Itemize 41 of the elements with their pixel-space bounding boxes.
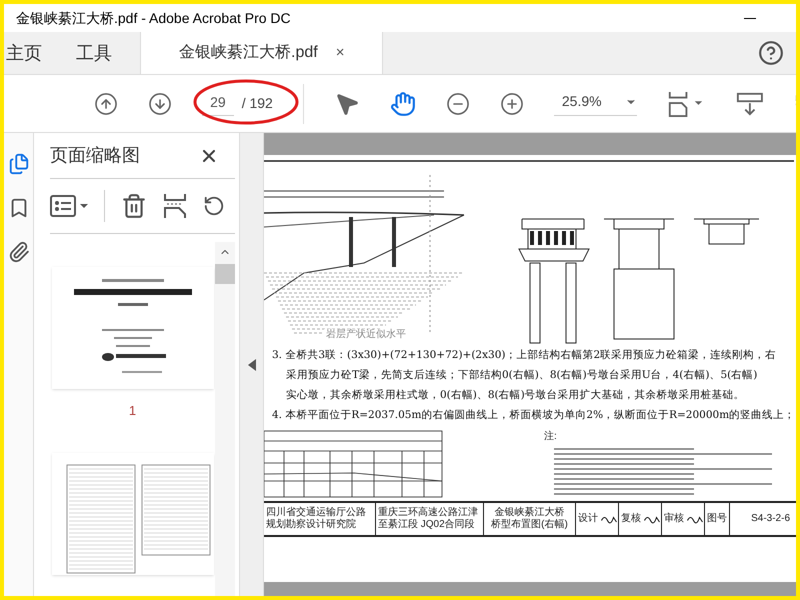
notes-label: 注: — [544, 430, 558, 444]
page-number-label: 1 — [128, 402, 136, 420]
rotate-icon[interactable] — [203, 195, 225, 217]
help-icon[interactable] — [758, 40, 784, 66]
panel-title: 页面缩略图 — [50, 144, 140, 167]
nav-tab[interactable]: 工具 — [76, 40, 112, 66]
pages-rail-button[interactable] — [8, 153, 30, 175]
collapse-triangle-icon[interactable] — [248, 358, 256, 370]
document-tab[interactable]: 金银峡綦江大桥.pdf × — [140, 32, 384, 74]
document-tab-label[interactable]: 金银峡綦江大桥.pdf — [179, 41, 318, 65]
scrollbar[interactable] — [215, 242, 235, 596]
options-menu-icon[interactable] — [50, 195, 88, 217]
zoom-dropdown[interactable]: 25.9% — [554, 91, 638, 116]
title-block-label: 设计 — [577, 513, 599, 525]
title-block-label: 复核 — [620, 513, 642, 525]
attachments-rail-button[interactable] — [8, 241, 30, 263]
close-tab-button[interactable]: × — [336, 42, 344, 64]
trash-icon[interactable] — [121, 193, 147, 219]
page-text-line: 采用预应力砼T梁，先简支后连续；下部结构0(右幅)、8(右幅)号墩台采用U台，4(右幅)、5(右幅) — [285, 368, 758, 383]
drawing-number: S4-3-2-6 — [750, 512, 791, 526]
project-cell: 重庆三环高速公路江津至綦江段 JQ02合同段 — [376, 503, 484, 535]
hand-tool[interactable] — [390, 90, 416, 116]
page-count: / 192 — [242, 94, 273, 113]
page-number-field[interactable]: 29 — [202, 92, 234, 116]
drawing-title-line: 桥型布置图(右幅) — [491, 519, 568, 531]
zoom-out-icon[interactable] — [446, 90, 470, 116]
title-block-label: 审核 — [663, 513, 685, 525]
drawing-title-line: 金银峡綦江大桥 — [494, 507, 564, 518]
insert-page-icon[interactable] — [163, 192, 187, 220]
window-title: 金银峡綦江大桥.pdf - Adobe Acrobat Pro DC — [16, 8, 291, 28]
scrollbar-thumb[interactable] — [215, 264, 235, 284]
page-text-line: 实心墩，其余桥墩采用柱式墩，0(右幅)、8(右幅)号墩台采用扩大基础，其余桥墩采用桩基础。 — [285, 388, 746, 403]
next-page-icon[interactable] — [148, 90, 172, 116]
page-text-line: 3. 全桥共3联：(3x30)+(72+130+72)+(2x30)；上部结构右幅第2联采用预应力砼箱梁，连续刚构，右 — [272, 348, 778, 363]
previous-page-icon[interactable] — [94, 90, 118, 116]
nav-tab[interactable]: 主页 — [6, 40, 42, 66]
zoom-in-icon[interactable] — [500, 90, 524, 116]
title-block-label: 图号 — [705, 503, 730, 535]
page-text-line: 4. 本桥平面位于R=2037.05m的右偏圆曲线上，桥面横坡为单向2%，纵断面位于R=20000m的竖曲线上； — [272, 408, 796, 423]
drawing-caption: 岩层产状近似水平 — [324, 329, 408, 341]
institute-cell: 四川省交通运输厅公路规划勘察设计研究院 — [264, 503, 376, 535]
